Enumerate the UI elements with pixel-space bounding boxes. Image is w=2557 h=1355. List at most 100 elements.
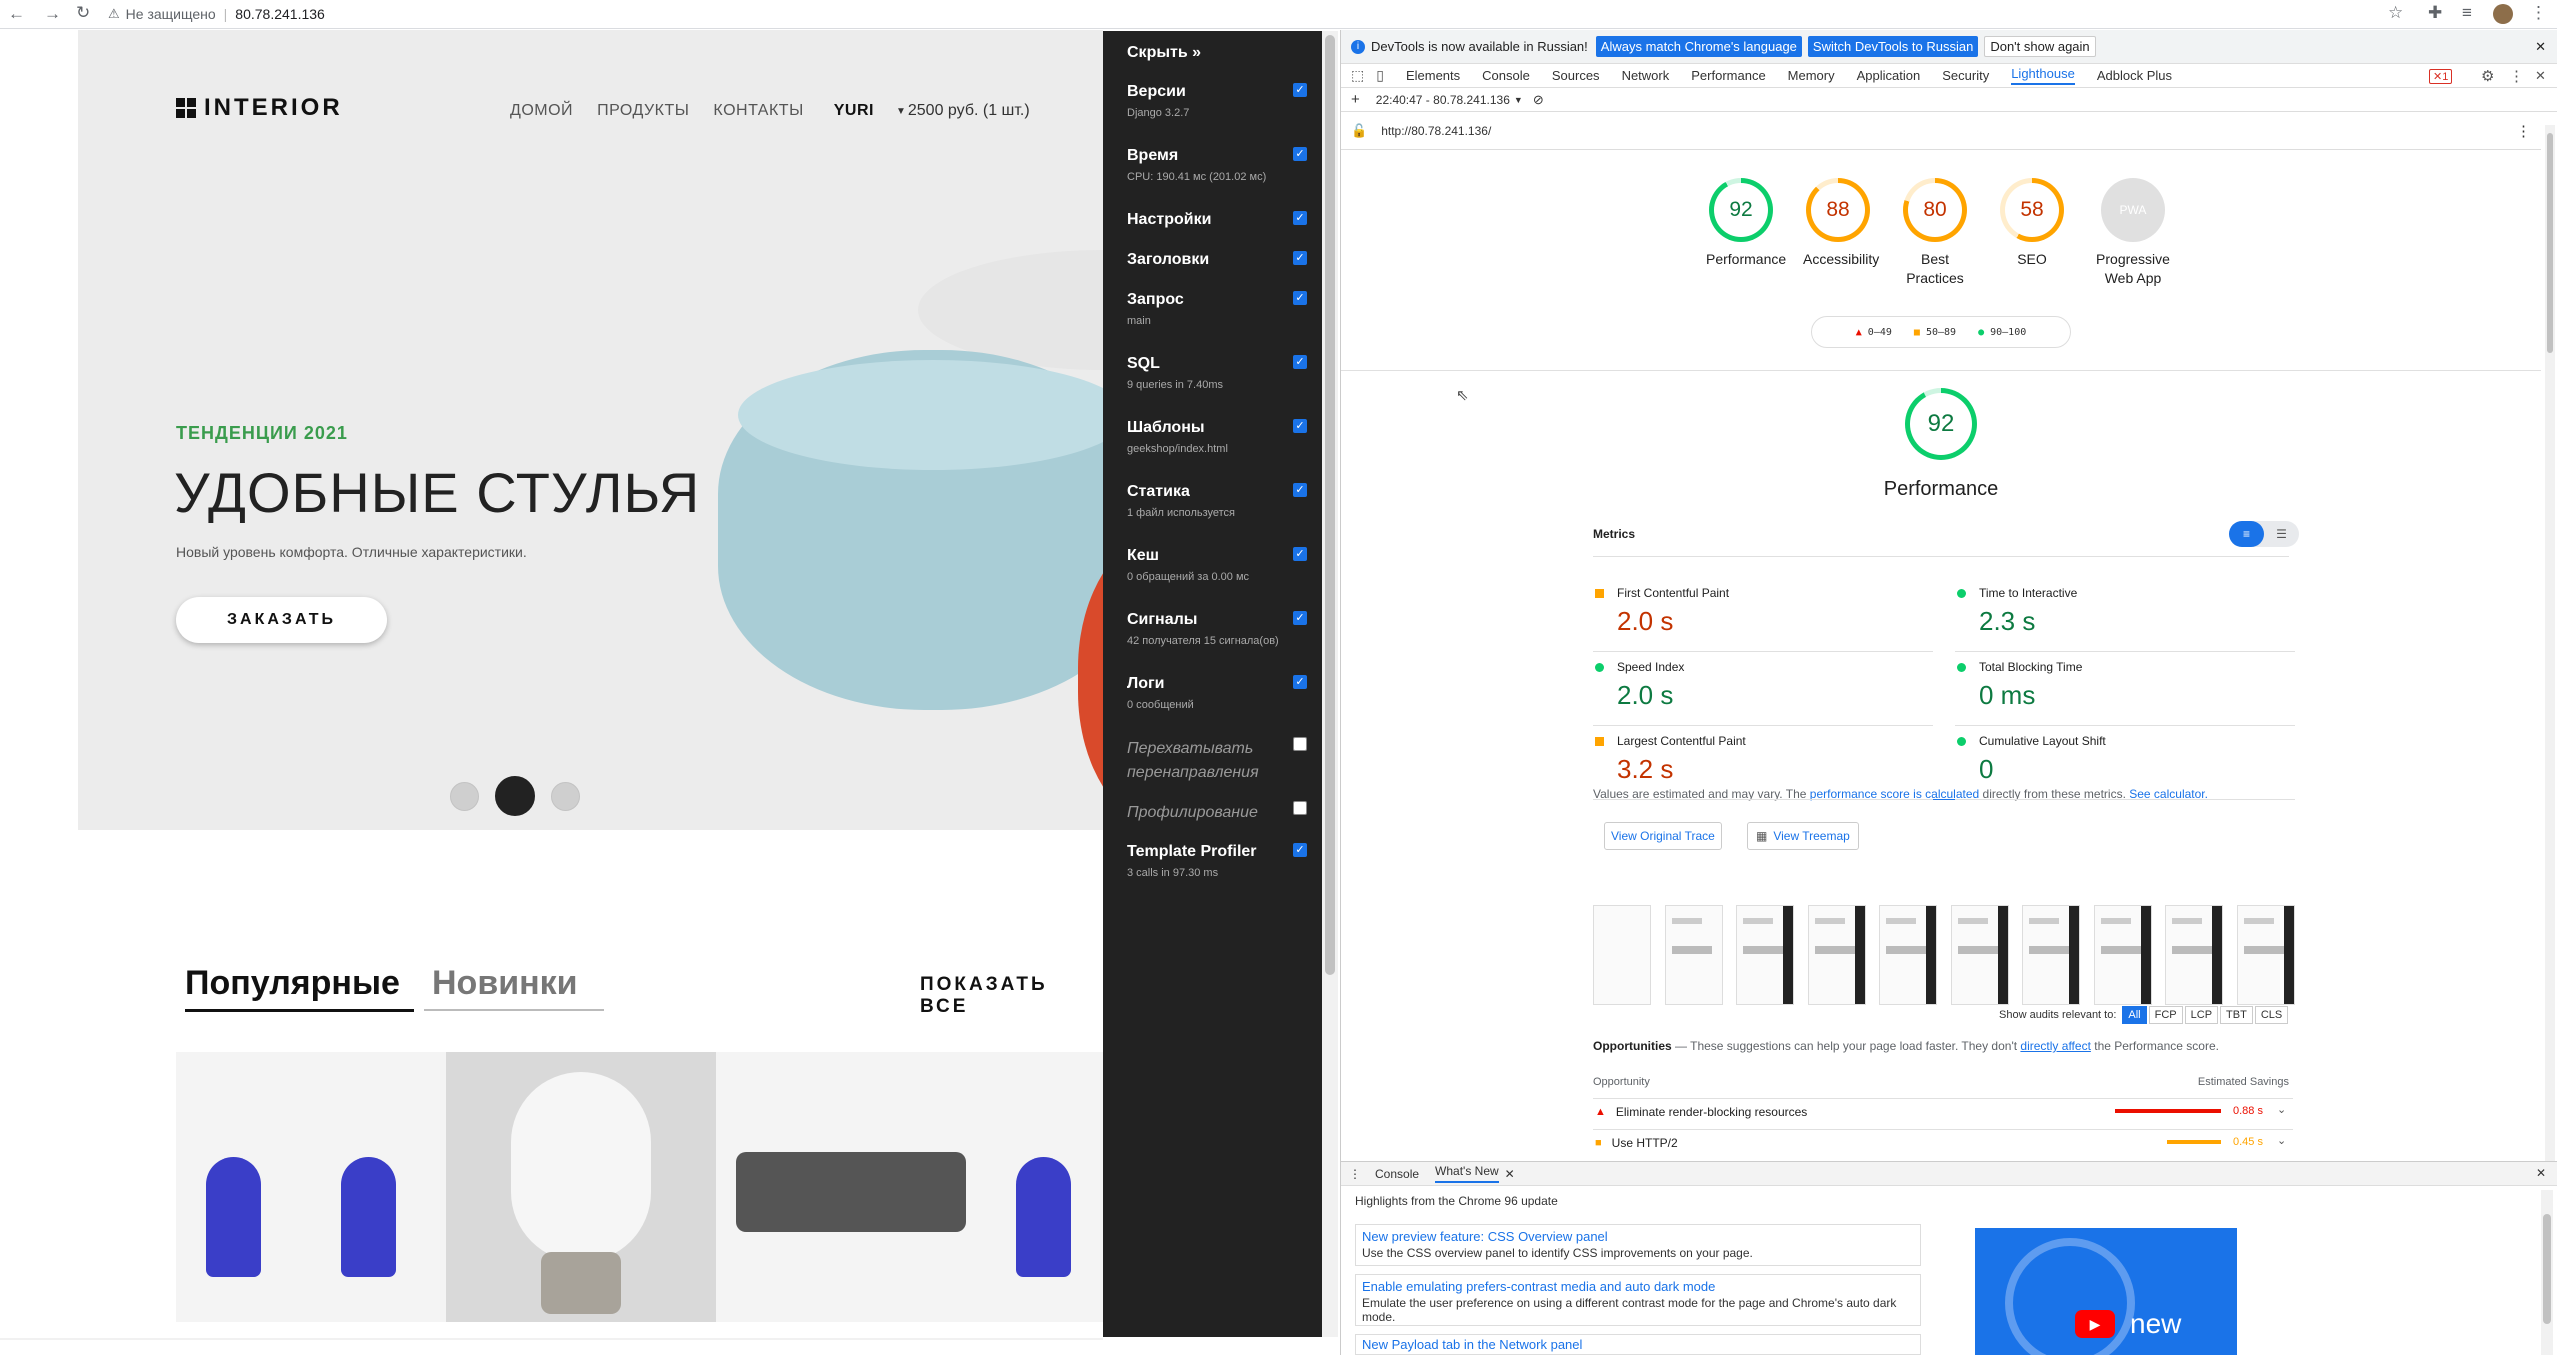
tab-performance[interactable]: Performance: [1691, 68, 1765, 83]
opportunity-row[interactable]: ■ Use HTTP/2 0.45 s ⌄: [1593, 1129, 2293, 1155]
forward-icon[interactable]: →: [44, 4, 61, 24]
filter-all[interactable]: All: [2122, 1006, 2147, 1024]
filmstrip-frame[interactable]: [2165, 905, 2223, 1005]
horizontal-scrollbar[interactable]: [0, 1338, 1103, 1340]
chevron-down-icon[interactable]: ⌄: [2277, 1103, 2286, 1116]
panel-time[interactable]: Время CPU: 190.41 мс (201.02 мс) ✓: [1127, 147, 1317, 183]
nav-user[interactable]: YURI: [834, 102, 874, 120]
panel-checkbox[interactable]: ✓: [1293, 355, 1307, 369]
more-options-icon[interactable]: ⋮: [2509, 67, 2524, 85]
filmstrip-frame[interactable]: [1807, 905, 1866, 1005]
tab-application[interactable]: Application: [1857, 68, 1921, 83]
panel-signals[interactable]: Сигналы 42 получателя 15 сигнала(ов) ✓: [1127, 611, 1317, 647]
extensions-icon[interactable]: ✚: [2428, 3, 2442, 23]
panel-sql[interactable]: SQL 9 queries in 7.40ms ✓: [1127, 355, 1317, 391]
filmstrip-frame[interactable]: [2093, 905, 2152, 1005]
error-count-badge[interactable]: ✕1: [2429, 69, 2453, 84]
tab-popular[interactable]: Популярные: [185, 964, 414, 1012]
panel-request[interactable]: Запрос main ✓: [1127, 291, 1317, 327]
device-toolbar-icon[interactable]: ▯: [1376, 67, 1384, 84]
tab-memory[interactable]: Memory: [1788, 68, 1835, 83]
panel-checkbox[interactable]: [1293, 801, 1307, 815]
filter-tbt[interactable]: TBT: [2220, 1006, 2253, 1024]
gauge-accessibility[interactable]: 88 Accessibility: [1803, 178, 1879, 269]
expanded-view-icon[interactable]: ☰: [2264, 527, 2299, 541]
hide-toolbar-link[interactable]: Скрыть »: [1127, 44, 1201, 62]
cart-summary[interactable]: 2500 руб. (1 шт.): [908, 102, 1030, 120]
tab-network[interactable]: Network: [1622, 68, 1670, 83]
panel-static[interactable]: Статика 1 файл используется ✓: [1127, 483, 1317, 519]
vertical-scrollbar[interactable]: [1322, 31, 1338, 1337]
reload-icon[interactable]: ↻: [76, 3, 90, 23]
nav-home[interactable]: ДОМОЙ: [510, 102, 573, 120]
gauge-performance[interactable]: 92 Performance: [1706, 178, 1786, 269]
filmstrip-frame[interactable]: [1664, 905, 1723, 1005]
panel-versions[interactable]: Версии Django 3.2.7 ✓: [1127, 83, 1317, 119]
avatar[interactable]: [2493, 4, 2513, 24]
compact-view-icon[interactable]: ≡: [2229, 521, 2264, 547]
close-devtools-icon[interactable]: ✕: [2535, 68, 2546, 84]
opportunity-row[interactable]: ▲ Eliminate render-blocking resources 0.88…: [1593, 1098, 2293, 1124]
product-card[interactable]: [176, 1052, 446, 1322]
gauge-pwa[interactable]: PWA Progressive Web App: [2088, 178, 2178, 288]
filmstrip-frame[interactable]: [2022, 905, 2080, 1005]
metrics-view-toggle[interactable]: ≡ ☰: [2229, 521, 2299, 547]
filter-cls[interactable]: CLS: [2254, 1006, 2289, 1024]
tab-adblock[interactable]: Adblock Plus: [2097, 68, 2172, 83]
slider-dot-1[interactable]: [450, 781, 479, 811]
site-logo[interactable]: INTERIOR: [176, 94, 343, 122]
view-trace-button[interactable]: View Original Trace: [1604, 822, 1722, 850]
match-language-button[interactable]: Always match Chrome's language: [1595, 36, 1802, 57]
whats-new-item[interactable]: Enable emulating prefers-contrast media …: [1355, 1274, 1921, 1326]
close-icon[interactable]: ✕: [2535, 39, 2546, 55]
panel-profiling[interactable]: Профилирование: [1127, 801, 1317, 825]
drawer-menu-icon[interactable]: ⋮: [1349, 1167, 1361, 1181]
panel-logs[interactable]: Логи 0 сообщений ✓: [1127, 675, 1317, 711]
chevron-down-icon[interactable]: ⌄: [2277, 1134, 2286, 1147]
filmstrip-frame[interactable]: [1950, 905, 2009, 1005]
tab-console[interactable]: Console: [1482, 68, 1530, 83]
address-bar[interactable]: ⚠ Не защищено | 80.78.241.136: [108, 3, 2428, 25]
nav-products[interactable]: ПРОДУКТЫ: [597, 102, 689, 120]
report-scrollbar[interactable]: [2545, 125, 2555, 1185]
panel-checkbox[interactable]: ✓: [1293, 483, 1307, 497]
clear-icon[interactable]: ⊘: [1533, 92, 1544, 108]
whats-new-item[interactable]: New Payload tab in the Network panel: [1355, 1334, 1921, 1355]
tab-sources[interactable]: Sources: [1552, 68, 1600, 83]
play-icon[interactable]: ▶: [2075, 1310, 2115, 1338]
whats-new-item[interactable]: New preview feature: CSS Overview panel …: [1355, 1224, 1921, 1266]
media-icon[interactable]: ≡: [2462, 3, 2472, 23]
drawer-scrollbar[interactable]: [2541, 1190, 2553, 1355]
slider-dot-3[interactable]: [551, 781, 580, 811]
panel-checkbox[interactable]: ✓: [1293, 251, 1307, 265]
panel-checkbox[interactable]: ✓: [1293, 547, 1307, 561]
close-tab-icon[interactable]: ✕: [1505, 1167, 1515, 1181]
dont-show-button[interactable]: Don't show again: [1984, 36, 2096, 57]
switch-russian-button[interactable]: Switch DevTools to Russian: [1807, 36, 1979, 57]
video-thumbnail[interactable]: ▶ new: [1975, 1228, 2237, 1355]
drawer-tab-console[interactable]: Console: [1375, 1167, 1419, 1181]
panel-templates[interactable]: Шаблоны geekshop/index.html ✓: [1127, 419, 1317, 455]
panel-template-profiler[interactable]: Template Profiler 3 calls in 97.30 ms ✓: [1127, 843, 1317, 879]
panel-checkbox[interactable]: [1293, 737, 1307, 751]
filter-lcp[interactable]: LCP: [2184, 1006, 2219, 1024]
gauge-seo[interactable]: 58 SEO: [1997, 178, 2067, 269]
product-card[interactable]: [716, 1052, 986, 1322]
filmstrip-frame[interactable]: [1879, 905, 1937, 1005]
report-menu-icon[interactable]: ⋮: [2516, 122, 2531, 140]
tab-elements[interactable]: Elements: [1406, 68, 1460, 83]
nav-contacts[interactable]: КОНТАКТЫ: [713, 102, 803, 120]
inspect-icon[interactable]: ⬚: [1351, 67, 1364, 84]
panel-checkbox[interactable]: ✓: [1293, 291, 1307, 305]
panel-settings[interactable]: Настройки ✓: [1127, 211, 1317, 229]
view-treemap-button[interactable]: ▦ View Treemap: [1747, 822, 1859, 850]
filmstrip-frame[interactable]: [2236, 905, 2295, 1005]
star-icon[interactable]: ☆: [2388, 3, 2403, 23]
filter-fcp[interactable]: FCP: [2148, 1006, 2183, 1024]
panel-checkbox[interactable]: ✓: [1293, 83, 1307, 97]
directly-affect-link[interactable]: directly affect: [2020, 1039, 2090, 1053]
panel-redirects[interactable]: Перехватывать перенаправления: [1127, 737, 1307, 785]
order-button[interactable]: ЗАКАЗАТЬ: [176, 597, 387, 643]
slider-dot-2[interactable]: [495, 776, 535, 816]
tab-security[interactable]: Security: [1942, 68, 1989, 83]
